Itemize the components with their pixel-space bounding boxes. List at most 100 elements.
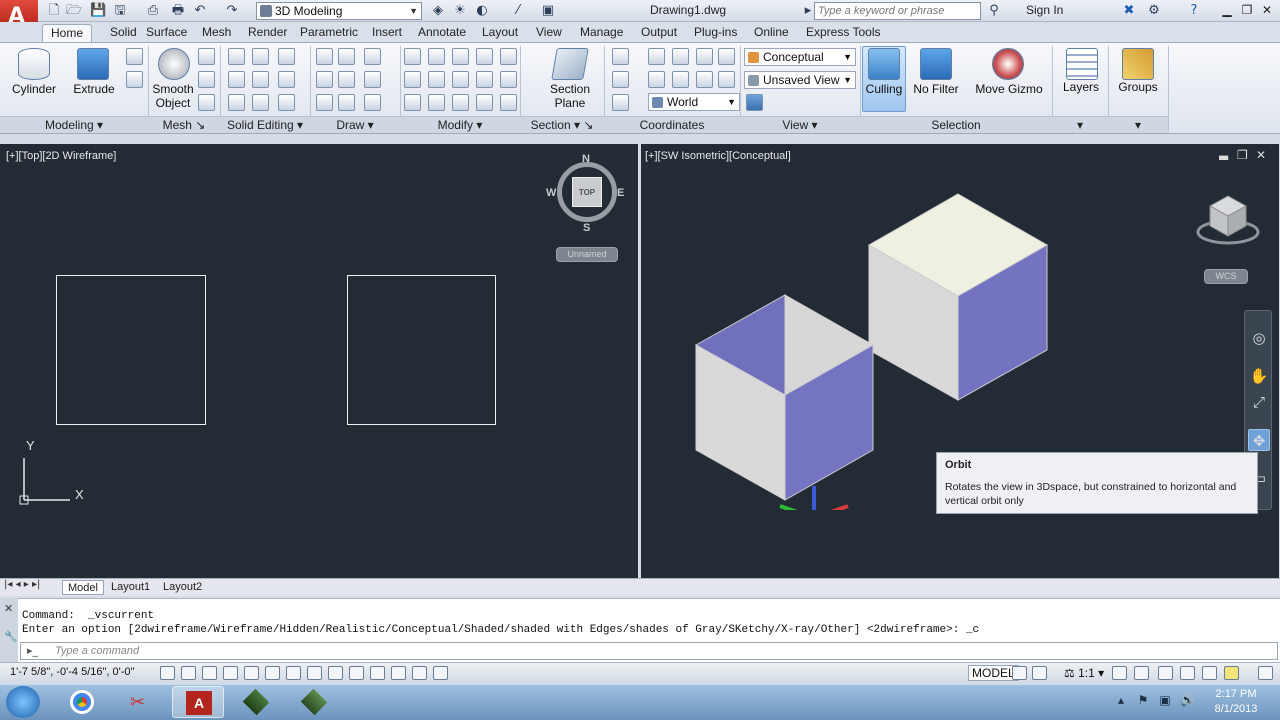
solid-editing-panel-title[interactable]: Solid Editing ▾	[220, 116, 310, 133]
polyline3d-icon[interactable]	[316, 71, 333, 88]
tab-express-tools[interactable]: Express Tools	[798, 24, 888, 42]
align-icon[interactable]	[428, 94, 445, 111]
command-grip[interactable]: ✕ 🔧	[0, 598, 18, 662]
selection-cycling-icon[interactable]	[433, 666, 448, 680]
plot-icon[interactable]: ⎙	[145, 3, 161, 19]
dynamic-ucs-icon[interactable]	[328, 666, 343, 680]
layers-icon[interactable]	[1066, 48, 1098, 80]
cylinder-button[interactable]: Cylinder	[6, 82, 62, 96]
viewport-iso-label[interactable]: [+][SW Isometric][Conceptual]	[645, 150, 791, 162]
new-file-icon[interactable]: 🗋	[46, 3, 62, 19]
redo-icon[interactable]: ↷	[224, 3, 240, 19]
extrude-button[interactable]: Extrude	[66, 82, 122, 96]
smooth-object-label-2[interactable]: Object	[146, 96, 200, 110]
coordinate-system-dropdown[interactable]: World ▼	[648, 93, 740, 111]
ucs-z-icon[interactable]	[718, 48, 735, 65]
tab-parametric[interactable]: Parametric	[292, 24, 366, 42]
tab-annotate[interactable]: Annotate	[410, 24, 474, 42]
ucs-view-icon[interactable]	[648, 71, 665, 88]
mesh-smooth-icon[interactable]	[198, 71, 215, 88]
offset-icon[interactable]	[404, 94, 421, 111]
viewport-config-icon[interactable]	[746, 94, 763, 111]
section-plane-label-1[interactable]: Section	[538, 82, 602, 96]
sign-in-link[interactable]: Sign In	[1026, 3, 1063, 17]
tab-model[interactable]: Model	[62, 580, 104, 595]
polyline-icon[interactable]	[316, 48, 333, 65]
tab-insert[interactable]: Insert	[364, 24, 410, 42]
ellipse-icon[interactable]	[364, 94, 381, 111]
layers-button[interactable]: Layers	[1056, 80, 1106, 94]
taskbar-app-5[interactable]	[288, 686, 340, 718]
compass-north[interactable]: N	[582, 153, 590, 165]
zoom-extents-icon[interactable]: ⤢	[1248, 391, 1270, 413]
ucs-origin-icon[interactable]	[612, 71, 629, 88]
ucs-named-icon[interactable]	[612, 94, 629, 111]
mirror3d-icon[interactable]	[452, 94, 469, 111]
clock-time[interactable]: 2:17 PM	[1208, 688, 1264, 700]
snap-mode-icon[interactable]	[181, 666, 196, 680]
arc-icon[interactable]	[364, 71, 381, 88]
view-panel-title[interactable]: View ▾	[740, 116, 860, 133]
modify-panel-title[interactable]: Modify ▾	[400, 116, 520, 133]
viewport-minimize-icon[interactable]: ▬	[1218, 150, 1229, 164]
tab-view[interactable]: View	[528, 24, 570, 42]
modeling-panel-title[interactable]: Modeling ▾	[0, 116, 148, 133]
ucs-world-icon[interactable]	[648, 48, 665, 65]
quick-view-drawings-icon[interactable]	[1032, 666, 1047, 680]
layout-nav-arrows-icon[interactable]: |◂ ◂ ▸ ▸|	[4, 579, 40, 590]
slice-icon[interactable]	[252, 48, 269, 65]
viewport-close-icon[interactable]: ✕	[1256, 148, 1266, 162]
compass-east[interactable]: E	[617, 187, 624, 199]
rectangle-icon[interactable]	[338, 94, 355, 111]
tab-surface[interactable]: Surface	[138, 24, 195, 42]
search-input[interactable]: Type a keyword or phrase	[814, 2, 981, 20]
mesh-icon[interactable]	[198, 48, 215, 65]
pan-hand-icon[interactable]: ✋	[1248, 365, 1270, 387]
grid-display-icon[interactable]	[202, 666, 217, 680]
transparency-icon[interactable]	[391, 666, 406, 680]
cursor-coordinates[interactable]: 1'-7 5/8", -0'-4 5/16", 0'-0"	[10, 666, 134, 678]
open-file-icon[interactable]: 🗁	[66, 3, 82, 19]
section-plane-icon[interactable]	[551, 48, 589, 80]
save-as-icon[interactable]: 🖫	[112, 3, 128, 19]
infer-constraints-icon[interactable]	[160, 666, 175, 680]
ucs-y-icon[interactable]	[696, 48, 713, 65]
shell-icon[interactable]	[252, 94, 269, 111]
tray-expand-icon[interactable]: ▴	[1114, 693, 1128, 707]
object-snap-tracking-icon[interactable]	[307, 666, 322, 680]
sweep-icon[interactable]	[126, 71, 143, 88]
subtract-icon[interactable]	[228, 71, 245, 88]
workspace-switch-icon[interactable]	[1158, 666, 1173, 680]
compass-west[interactable]: W	[546, 187, 556, 199]
stretch-icon[interactable]	[476, 71, 493, 88]
lock-icon[interactable]	[1180, 666, 1195, 680]
spline-icon[interactable]	[338, 48, 355, 65]
exchange-icon[interactable]: ✖	[1121, 3, 1137, 19]
camera-icon[interactable]: ▣	[540, 3, 556, 19]
ucs-x-icon[interactable]	[672, 48, 689, 65]
rotate-icon[interactable]	[452, 71, 469, 88]
groups-icon[interactable]	[1122, 48, 1154, 80]
object-snap-3d-icon[interactable]	[265, 666, 280, 680]
minimize-window-icon[interactable]: ▁	[1218, 3, 1236, 19]
named-view-dropdown[interactable]: Unsaved View ▼	[744, 71, 856, 89]
visual-style-dropdown[interactable]: Conceptual ▼	[744, 48, 856, 66]
tab-layout1[interactable]: Layout1	[106, 580, 155, 595]
viewport-restore-icon[interactable]: ❐	[1237, 148, 1248, 162]
taskbar-snipping-tool[interactable]: ✂	[114, 686, 166, 718]
array-polar-icon[interactable]	[500, 94, 517, 111]
ortho-mode-icon[interactable]	[223, 666, 238, 680]
taskbar-app-4[interactable]	[230, 686, 282, 718]
rotate3d-icon[interactable]	[428, 48, 445, 65]
break-icon[interactable]	[500, 48, 517, 65]
tab-layout2[interactable]: Layout2	[158, 580, 207, 595]
ucs-object-icon[interactable]	[672, 71, 689, 88]
close-window-icon[interactable]: ✕	[1258, 3, 1276, 19]
viewport-top-label[interactable]: [+][Top][2D Wireframe]	[6, 150, 116, 162]
clean-screen-icon[interactable]	[1258, 666, 1273, 680]
fillet-icon[interactable]	[500, 71, 517, 88]
annotation-scale[interactable]: ⚖ 1:1 ▾	[1064, 666, 1104, 680]
star-icon[interactable]: ⚙	[1146, 3, 1162, 19]
taskbar-chrome[interactable]	[56, 686, 108, 718]
mesh-refine-icon[interactable]	[198, 94, 215, 111]
